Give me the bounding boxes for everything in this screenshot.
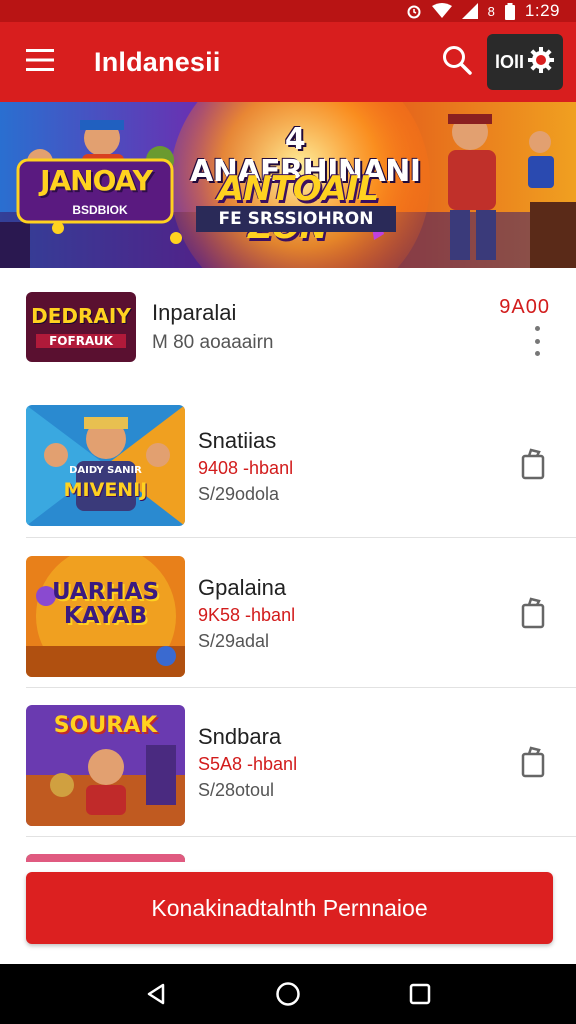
item-title: Snatiias xyxy=(198,428,277,453)
banner-sign-text: JANOAY xyxy=(40,164,153,197)
item-meta: S/28otoul xyxy=(198,780,275,800)
search-button[interactable] xyxy=(427,22,487,102)
signal-label: 8 xyxy=(487,3,495,19)
divider xyxy=(26,537,576,538)
item-price: 9408 -hbanl xyxy=(198,458,294,478)
item-meta: S/29odola xyxy=(198,484,280,504)
featured-thumb-subtitle: FOFRAUK xyxy=(36,334,126,348)
list-item[interactable]: SOURAK Sndbara S5A8 -hbanl S/28otoul xyxy=(0,688,576,837)
status-bar: 8 1:29 xyxy=(0,0,576,22)
app-title: Inldanesii xyxy=(94,46,221,77)
item-title: Gpalaina xyxy=(198,575,287,600)
battery-icon xyxy=(504,2,515,20)
recents-button[interactable] xyxy=(400,974,440,1014)
item-thumb-title: SOURAK xyxy=(53,713,158,738)
item-thumbnail: UARHAS KAYAB xyxy=(26,556,185,677)
cta-container: Konakinadtalnth Pernnaioe xyxy=(0,862,576,964)
banner-subtitle: FE SRSSIOHRON xyxy=(196,206,396,232)
item-thumb-top: DAIDY SANIR xyxy=(69,465,142,476)
promo-banner[interactable]: JANOAY BSDBIOK 4 ANAERHINANI ANTOAIL ZON… xyxy=(0,102,576,268)
item-meta: S/29adal xyxy=(198,631,270,651)
featured-subtitle: M 80 aoaaairn xyxy=(152,332,274,353)
wifi-icon xyxy=(431,3,452,19)
back-button[interactable] xyxy=(136,974,176,1014)
item-thumbnail: SOURAK xyxy=(26,705,185,826)
item-thumbnail: DAIDY SANIR MIVENIJ xyxy=(26,405,185,526)
recents-icon xyxy=(409,983,431,1005)
menu-icon xyxy=(26,48,54,76)
alarm-icon xyxy=(406,3,422,19)
home-button[interactable] xyxy=(268,974,308,1014)
back-icon xyxy=(147,983,165,1005)
shopping-bag-icon[interactable] xyxy=(520,448,546,480)
list-item-featured[interactable]: DEDRAIY FOFRAUK Inparalai M 80 aoaaairn … xyxy=(0,268,576,390)
shopping-bag-icon[interactable] xyxy=(520,597,546,629)
item-thumb-title: MIVENIJ xyxy=(63,479,148,501)
featured-thumbnail: DEDRAIY FOFRAUK xyxy=(26,292,136,362)
gear-icon xyxy=(527,46,555,79)
featured-price: 9A00 xyxy=(499,296,550,318)
cta-button[interactable]: Konakinadtalnth Pernnaioe xyxy=(26,872,553,944)
shopping-bag-icon[interactable] xyxy=(520,746,546,778)
featured-thumb-title: DEDRAIY xyxy=(31,304,131,328)
app-bar: Inldanesii lOlI xyxy=(0,22,576,102)
status-time: 1:29 xyxy=(524,1,560,20)
system-nav-bar xyxy=(0,964,576,1024)
featured-title: Inparalai xyxy=(152,300,237,325)
item-thumb-title: UARHAS KAYAB xyxy=(51,579,160,629)
menu-button[interactable] xyxy=(0,22,80,102)
list-item[interactable]: UARHAS KAYAB Gpalaina 9K58 -hbanl S/29ad… xyxy=(0,539,576,688)
more-vert-icon[interactable] xyxy=(532,326,542,356)
profile-label: lOlI xyxy=(494,51,524,72)
profile-button[interactable]: lOlI xyxy=(487,34,563,90)
signal-icon xyxy=(461,3,478,19)
home-icon xyxy=(276,982,300,1006)
item-title: Sndbara xyxy=(198,724,282,749)
banner-sign-subtext: BSDBIOK xyxy=(72,203,128,217)
item-price: S5A8 -hbanl xyxy=(198,754,298,774)
list-item[interactable]: DAIDY SANIR MIVENIJ Snatiias 9408 -hbanl… xyxy=(0,390,576,538)
item-price: 9K58 -hbanl xyxy=(198,605,296,625)
search-icon xyxy=(441,44,473,81)
